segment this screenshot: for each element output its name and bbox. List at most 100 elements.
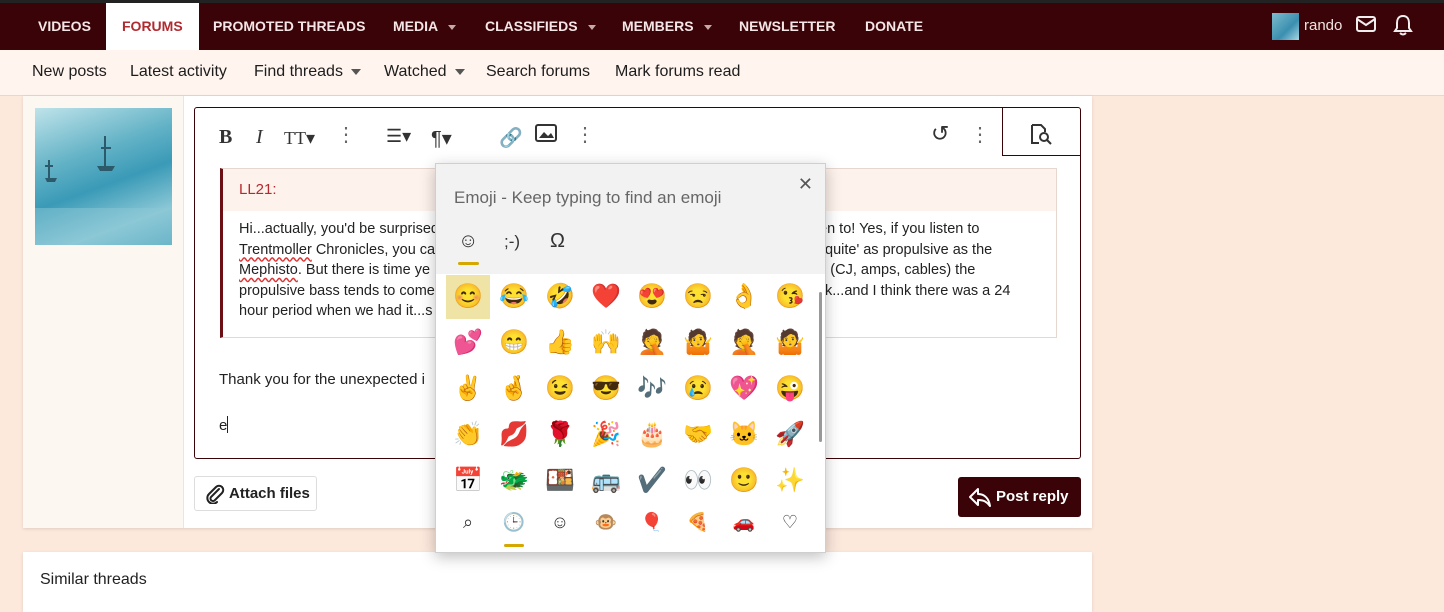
subnav-watched-label: Watched [384, 63, 447, 80]
tab-symbols[interactable]: Ω [550, 230, 565, 253]
emoji-cell[interactable]: 👀 [676, 459, 720, 503]
nav-forums[interactable]: FORUMS [106, 3, 199, 50]
emoji-cell[interactable]: ✌️ [446, 367, 490, 411]
emoji-cell[interactable]: 😜 [768, 367, 812, 411]
emoji-cell[interactable]: 🤞 [492, 367, 536, 411]
mail-icon[interactable] [1356, 16, 1376, 32]
emoji-cell[interactable]: 🚀 [768, 413, 812, 457]
more-insert-icon[interactable]: ⋮ [575, 122, 595, 147]
subnav-search-forums[interactable]: Search forums [486, 50, 590, 94]
bell-icon[interactable] [1393, 14, 1413, 36]
emoji-cell[interactable]: ✔️ [630, 459, 674, 503]
tab-kaomoji[interactable]: ;-) [504, 232, 520, 252]
emoji-cell[interactable]: 🎂 [630, 413, 674, 457]
link-icon[interactable]: 🔗 [499, 126, 523, 150]
emoji-cell[interactable]: 🙌 [584, 321, 628, 365]
emoji-cell[interactable]: 👍 [538, 321, 582, 365]
search-icon[interactable]: ⌕ [453, 512, 483, 533]
emoji-cell[interactable]: 🤦 [722, 321, 766, 365]
subnav-mark-forums-read[interactable]: Mark forums read [615, 50, 740, 94]
post-reply-button[interactable]: Post reply [958, 477, 1081, 517]
nav-media[interactable]: MEDIA [377, 3, 472, 50]
preview-icon [1031, 124, 1052, 145]
emoji-cell[interactable]: ✨ [768, 459, 812, 503]
food-icon[interactable]: 🍕 [683, 512, 713, 533]
smiley-icon[interactable]: ☺ [545, 512, 575, 533]
emoji-cell[interactable]: 🤷 [768, 321, 812, 365]
emoji-cell[interactable]: 💕 [446, 321, 490, 365]
emoji-cell[interactable]: 🐱 [722, 413, 766, 457]
emoji-cell[interactable]: 💋 [492, 413, 536, 457]
username[interactable]: rando [1304, 17, 1342, 34]
emoji-cell[interactable]: 🤷 [676, 321, 720, 365]
paragraph-icon[interactable]: ¶▾ [431, 126, 452, 151]
emoji-cell[interactable]: 🤦 [630, 321, 674, 365]
emoji-cell[interactable]: 😊 [446, 275, 490, 319]
reply-icon [969, 488, 991, 507]
nav-classifieds-label: CLASSIFIEDS [485, 18, 578, 34]
subnav-new-posts[interactable]: New posts [32, 50, 107, 94]
quote-text: Mephisto [239, 262, 298, 278]
heart-icon[interactable]: ♡ [775, 512, 805, 533]
undo-icon[interactable]: ↺ [931, 121, 949, 147]
emoji-cell[interactable]: 🤝 [676, 413, 720, 457]
text-size-icon[interactable]: TT▾ [284, 128, 315, 149]
active-tab-indicator [458, 262, 479, 265]
subnav-watched[interactable]: Watched [384, 50, 465, 94]
emoji-cell[interactable]: 🚌 [584, 459, 628, 503]
quote-text: s (CJ, amps, cables) the [819, 262, 976, 278]
emoji-cell[interactable]: 😍 [630, 275, 674, 319]
emoji-category-bar: ⌕ 🕒 ☺ 🐵 🎈 🍕 🚗 ♡ [436, 508, 825, 552]
car-icon[interactable]: 🚗 [729, 512, 759, 533]
similar-threads-title: Similar threads [40, 571, 147, 588]
align-icon[interactable]: ☰▾ [386, 126, 411, 147]
emoji-cell[interactable]: 🎉 [584, 413, 628, 457]
poster-avatar[interactable] [35, 108, 172, 245]
nav-media-label: MEDIA [393, 18, 439, 34]
emoji-grid: 😊 😂 🤣 ❤️ 😍 😒 👌 😘 💕 😁 👍 🙌 🤦 🤷 🤦 🤷 ✌️ 🤞 😉 … [436, 274, 825, 508]
emoji-cell[interactable]: 🐲 [492, 459, 536, 503]
emoji-scrollbar[interactable] [819, 292, 822, 442]
subnav-find-threads[interactable]: Find threads [254, 50, 361, 94]
close-icon[interactable]: ✕ [798, 174, 813, 195]
bold-icon[interactable]: B [219, 126, 232, 149]
image-icon[interactable] [535, 124, 557, 148]
preview-button[interactable] [1002, 108, 1080, 156]
balloon-icon[interactable]: 🎈 [637, 512, 667, 533]
emoji-cell[interactable]: 🌹 [538, 413, 582, 457]
more-options-icon[interactable]: ⋮ [336, 122, 356, 147]
emoji-cell[interactable]: 😉 [538, 367, 582, 411]
emoji-cell[interactable]: 👌 [722, 275, 766, 319]
emoji-cell[interactable]: 🍱 [538, 459, 582, 503]
tab-emoji[interactable]: ☺ [458, 230, 478, 253]
recent-clock-icon[interactable]: 🕒 [499, 512, 529, 533]
emoji-cell[interactable]: 😘 [768, 275, 812, 319]
chevron-down-icon [350, 68, 361, 75]
subnav-latest-activity[interactable]: Latest activity [130, 50, 227, 94]
nav-classifieds[interactable]: CLASSIFIEDS [469, 3, 612, 50]
nav-promoted-threads[interactable]: PROMOTED THREADS [197, 3, 381, 50]
typed-text-value: e [219, 417, 228, 434]
emoji-cell[interactable]: 😂 [492, 275, 536, 319]
user-avatar[interactable] [1272, 13, 1299, 40]
emoji-cell[interactable]: 😎 [584, 367, 628, 411]
nav-members-label: MEMBERS [622, 18, 694, 34]
emoji-cell[interactable]: 😁 [492, 321, 536, 365]
editor-menu-icon[interactable]: ⋮ [970, 122, 990, 147]
emoji-cell[interactable]: 🎶 [630, 367, 674, 411]
nav-members[interactable]: MEMBERS [606, 3, 728, 50]
emoji-cell[interactable]: 🙂 [722, 459, 766, 503]
italic-icon[interactable]: I [256, 126, 263, 149]
emoji-cell[interactable]: 📅 [446, 459, 490, 503]
nav-videos[interactable]: VIDEOS [22, 3, 107, 50]
emoji-cell[interactable]: 💖 [722, 367, 766, 411]
people-icon[interactable]: 🐵 [591, 512, 621, 533]
emoji-cell[interactable]: ❤️ [584, 275, 628, 319]
emoji-cell[interactable]: 🤣 [538, 275, 582, 319]
emoji-cell[interactable]: 😢 [676, 367, 720, 411]
emoji-cell[interactable]: 👏 [446, 413, 490, 457]
attach-files-button[interactable]: Attach files [194, 476, 317, 511]
nav-donate[interactable]: DONATE [849, 3, 939, 50]
emoji-cell[interactable]: 😒 [676, 275, 720, 319]
nav-newsletter[interactable]: NEWSLETTER [723, 3, 851, 50]
